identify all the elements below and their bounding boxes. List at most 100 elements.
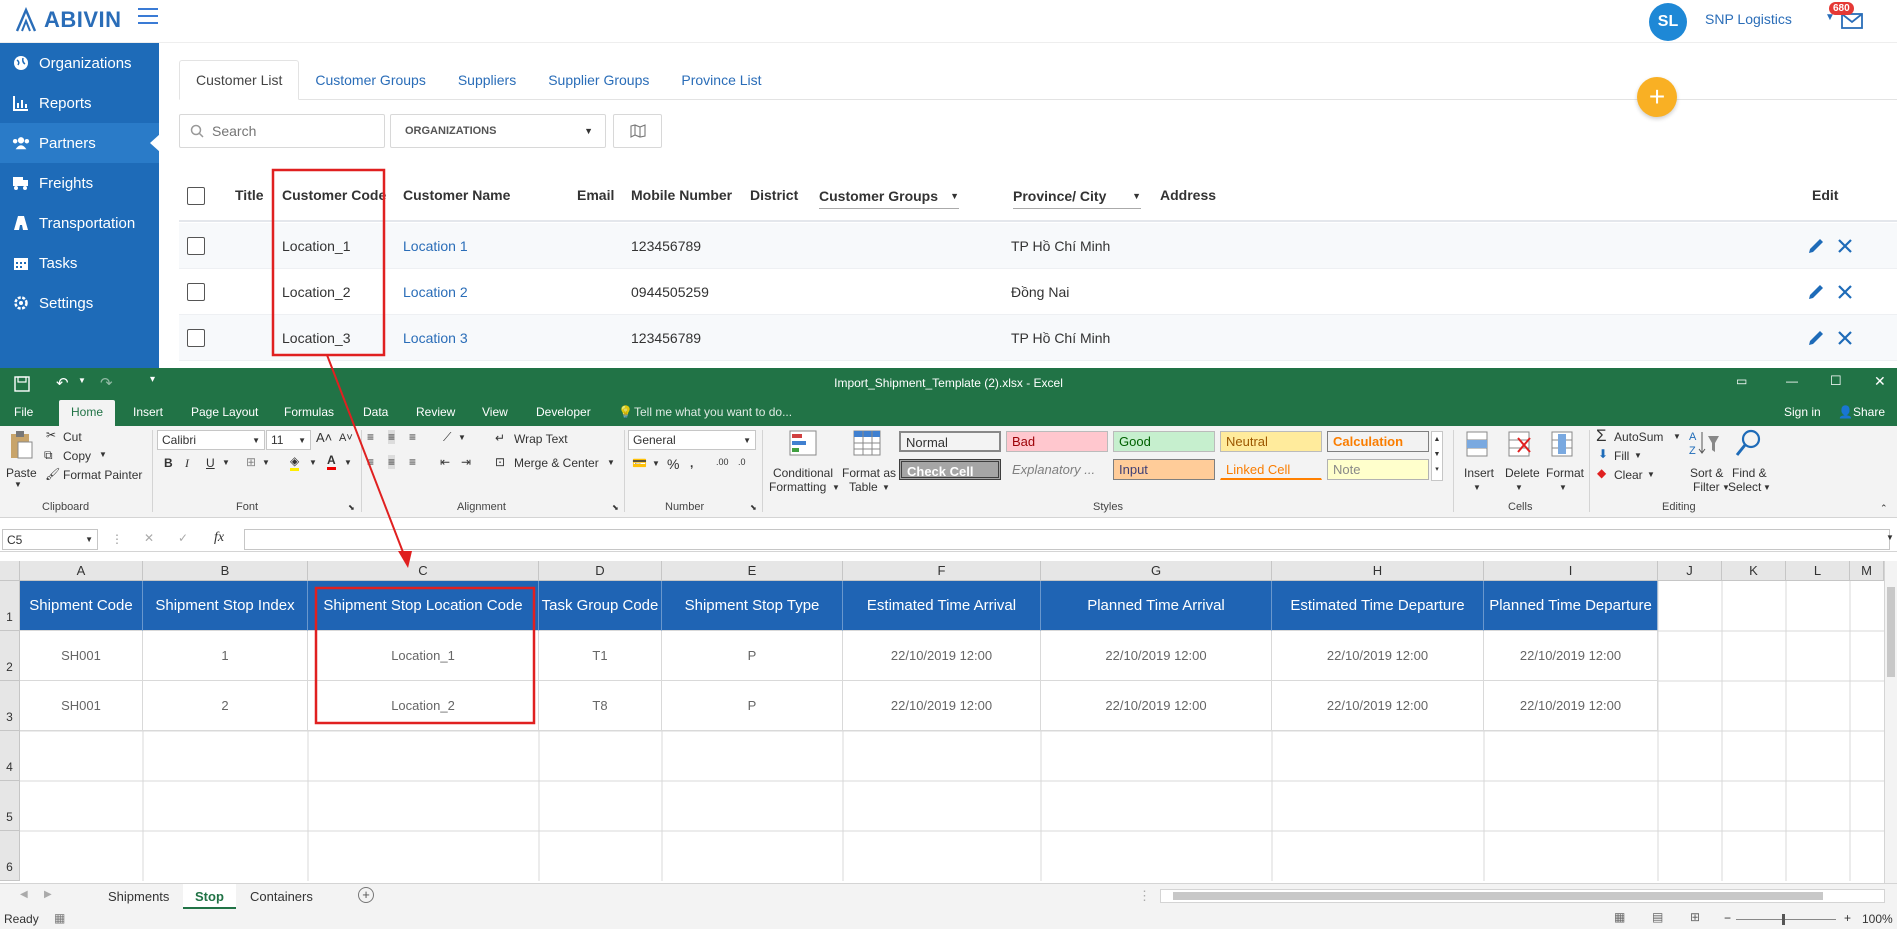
underline-icon[interactable]: U	[206, 456, 215, 470]
conditional-formatting-dropdown-icon[interactable]: ▼	[832, 483, 840, 492]
alignment-dialog-launcher-icon[interactable]: ⬊	[612, 503, 619, 512]
sort-filter-icon[interactable]: AZ	[1688, 428, 1720, 458]
copy-button[interactable]: Copy	[63, 449, 91, 463]
tab-customer-groups[interactable]: Customer Groups	[299, 60, 441, 100]
tab-customer-list[interactable]: Customer List	[179, 60, 300, 100]
styles-scroll[interactable]: ▲ ▼ ▾	[1431, 431, 1443, 481]
col-header-g[interactable]: G	[1041, 561, 1272, 581]
increase-decimal-icon[interactable]: .00	[716, 457, 729, 467]
row-header-2[interactable]: 2	[0, 631, 20, 681]
maximize-icon[interactable]: ☐	[1830, 373, 1842, 389]
col-header-l[interactable]: L	[1786, 561, 1850, 581]
format-as-table-dropdown-icon[interactable]: ▼	[882, 483, 890, 492]
name-box[interactable]: C5 ▼	[2, 529, 98, 550]
fill-color-icon[interactable]: ◈	[290, 454, 300, 471]
col-header-m[interactable]: M	[1850, 561, 1884, 581]
fill-color-dropdown-icon[interactable]: ▼	[309, 458, 317, 467]
increase-font-icon[interactable]: A˄	[316, 430, 332, 445]
merge-center-button[interactable]: Merge & Center	[514, 456, 599, 470]
paste-icon[interactable]	[8, 430, 34, 460]
edit-pencil-icon[interactable]	[1806, 282, 1826, 302]
format-painter-button[interactable]: Format Painter	[63, 468, 142, 482]
menu-toggle-icon[interactable]	[138, 8, 158, 26]
format-cells-label[interactable]: Format	[1546, 466, 1584, 480]
company-name[interactable]: SNP Logistics	[1705, 11, 1792, 27]
menu-view[interactable]: View	[482, 405, 508, 419]
row-header-1[interactable]: 1	[0, 581, 20, 631]
add-sheet-icon[interactable]: +	[358, 887, 374, 903]
find-select-label[interactable]: Find &	[1732, 466, 1767, 480]
sidebar-item-settings[interactable]: Settings	[0, 283, 159, 323]
menu-formulas[interactable]: Formulas	[284, 405, 334, 419]
sidebar-item-tasks[interactable]: Tasks	[0, 243, 159, 283]
sidebar-item-partners[interactable]: Partners	[0, 123, 160, 163]
menu-page-layout[interactable]: Page Layout	[191, 405, 258, 419]
style-bad[interactable]: Bad	[1006, 431, 1108, 452]
col-header-b[interactable]: B	[143, 561, 308, 581]
prev-sheet-icon[interactable]: ◀	[20, 889, 28, 900]
conditional-formatting-label-2[interactable]: Formatting	[769, 480, 826, 494]
zoom-slider-thumb[interactable]	[1782, 914, 1785, 925]
search-input[interactable]	[212, 123, 362, 139]
tab-split-handle-icon[interactable]: ⋮	[1138, 888, 1151, 904]
align-center-icon[interactable]: ≡	[388, 455, 396, 469]
delete-x-icon[interactable]	[1836, 329, 1854, 347]
decrease-font-icon[interactable]: A˅	[339, 432, 353, 444]
col-header-k[interactable]: K	[1722, 561, 1786, 581]
tab-province-list[interactable]: Province List	[665, 60, 777, 100]
comma-style-icon[interactable]: ,	[690, 456, 693, 470]
style-neutral[interactable]: Neutral	[1220, 431, 1322, 452]
zoom-level[interactable]: 100%	[1862, 912, 1893, 926]
zoom-in-icon[interactable]: +	[1844, 911, 1851, 925]
avatar[interactable]: SL	[1649, 3, 1687, 41]
map-view-button[interactable]	[613, 114, 662, 148]
table-row[interactable]: Location_2 Location 2 0944505259 Đồng Na…	[179, 269, 1897, 315]
autosum-button[interactable]: AutoSum	[1614, 430, 1663, 444]
formula-input[interactable]	[244, 529, 1890, 550]
sheet-tab-shipments[interactable]: Shipments	[96, 884, 181, 909]
sheet-tab-containers[interactable]: Containers	[238, 884, 325, 909]
tab-supplier-groups[interactable]: Supplier Groups	[532, 60, 665, 100]
cancel-formula-icon[interactable]: ✕	[144, 531, 154, 545]
edit-pencil-icon[interactable]	[1806, 328, 1826, 348]
delete-cells-icon[interactable]	[1506, 430, 1532, 458]
select-all-corner[interactable]	[0, 561, 20, 581]
insert-cells-label[interactable]: Insert	[1464, 466, 1494, 480]
col-header-e[interactable]: E	[662, 561, 843, 581]
borders-icon[interactable]: ⊞	[246, 455, 256, 469]
delete-cells-label[interactable]: Delete	[1505, 466, 1540, 480]
table-row[interactable]: Location_1 Location 1 123456789 TP Hồ Ch…	[179, 223, 1897, 269]
menu-developer[interactable]: Developer	[536, 405, 591, 419]
province-filter[interactable]: Province/ City ▼	[1013, 183, 1141, 209]
style-input[interactable]: Input	[1113, 459, 1215, 480]
sidebar-item-reports[interactable]: Reports	[0, 83, 159, 123]
italic-icon[interactable]: I	[185, 456, 189, 471]
minimize-icon[interactable]: —	[1786, 374, 1798, 388]
number-dialog-launcher-icon[interactable]: ⬊	[750, 503, 757, 512]
sign-in-link[interactable]: Sign in	[1784, 405, 1821, 419]
vertical-scrollbar[interactable]	[1884, 561, 1897, 883]
cut-button[interactable]: Cut	[63, 430, 82, 444]
col-header-c[interactable]: C	[308, 561, 539, 581]
accounting-dropdown-icon[interactable]: ▼	[652, 459, 660, 468]
share-button[interactable]: Share	[1853, 405, 1885, 419]
font-dialog-launcher-icon[interactable]: ⬊	[348, 503, 355, 512]
abivin-logo[interactable]: ABIVIN	[14, 5, 122, 35]
sort-filter-label-2[interactable]: Filter	[1693, 480, 1720, 494]
tab-suppliers[interactable]: Suppliers	[442, 60, 532, 100]
align-right-icon[interactable]: ≡	[409, 455, 416, 469]
empty-gridlines[interactable]	[20, 581, 1885, 881]
paste-label[interactable]: Paste	[6, 466, 37, 480]
align-middle-icon[interactable]: ≡	[388, 430, 396, 444]
row-checkbox[interactable]	[187, 282, 205, 301]
clear-dropdown-icon[interactable]: ▼	[1647, 470, 1655, 479]
font-color-icon[interactable]: A	[327, 453, 336, 470]
align-left-icon[interactable]: ≡	[367, 455, 374, 469]
clear-button[interactable]: Clear	[1614, 468, 1643, 482]
find-select-icon[interactable]	[1734, 428, 1762, 458]
sheet-tab-stop[interactable]: Stop	[183, 884, 236, 909]
orientation-dropdown-icon[interactable]: ▼	[458, 433, 466, 442]
ribbon-display-icon[interactable]: ▭	[1736, 374, 1747, 388]
customer-name-link[interactable]: Location 1	[403, 238, 468, 254]
format-as-table-label[interactable]: Format as	[842, 466, 896, 480]
